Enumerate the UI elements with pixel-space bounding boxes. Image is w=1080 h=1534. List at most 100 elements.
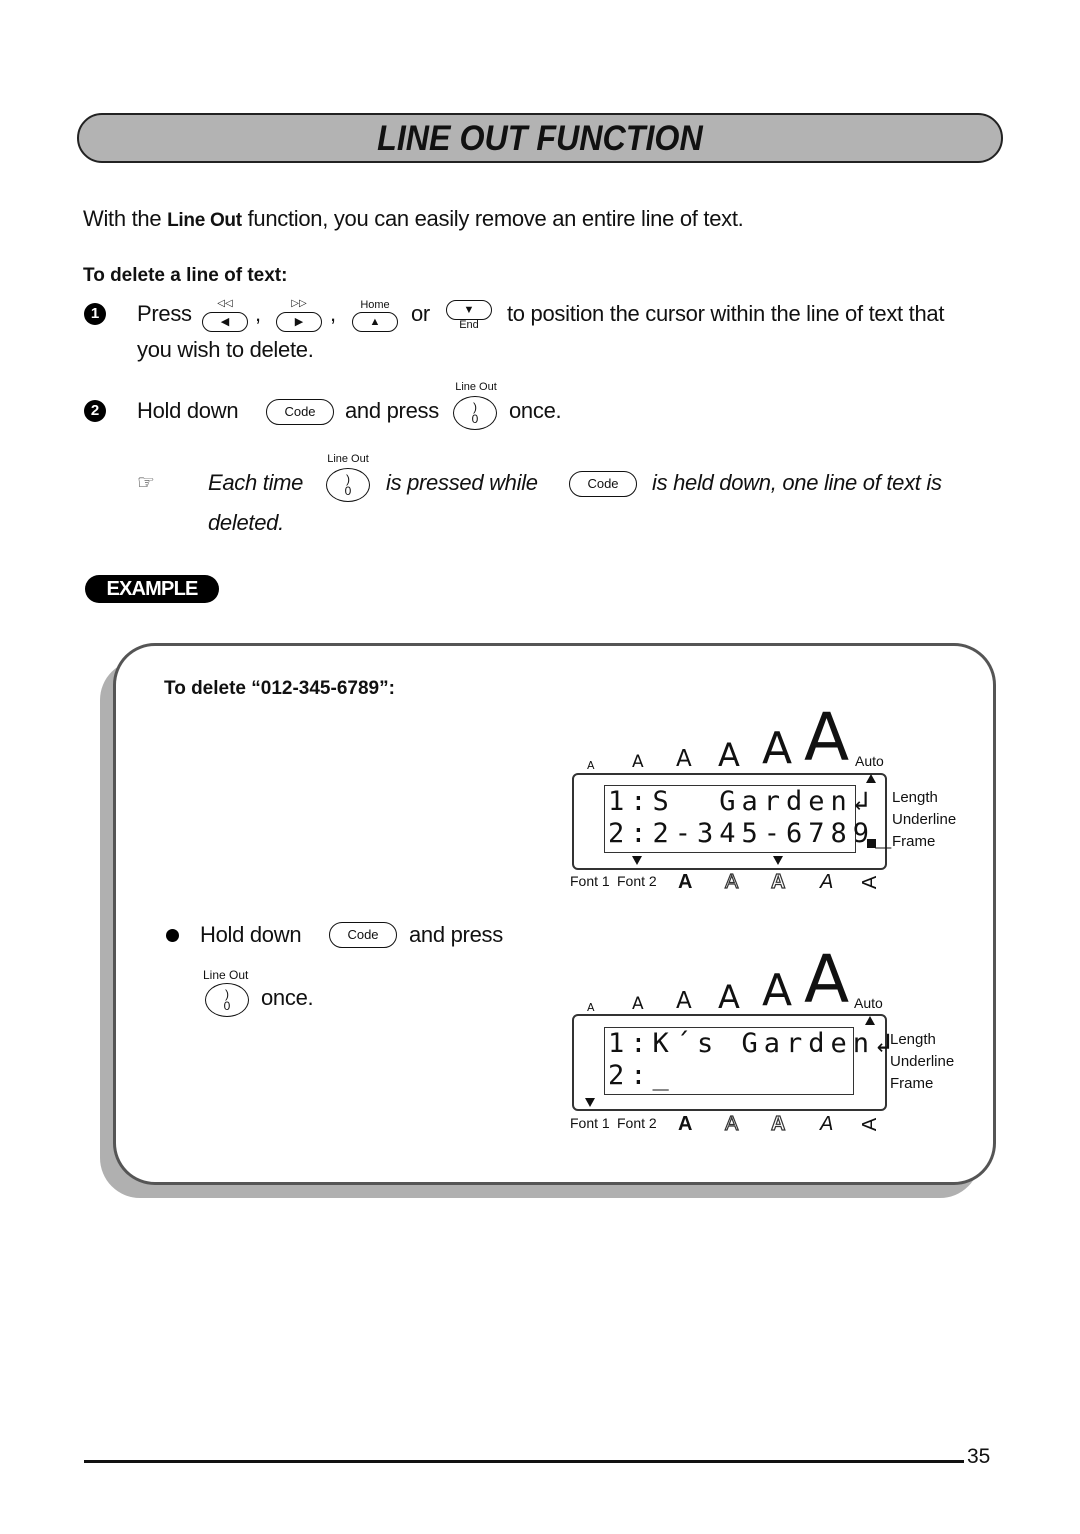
frame-indicator-icon <box>867 839 876 848</box>
note-each-time: Each time <box>208 470 304 495</box>
frame-label: Frame <box>890 1075 934 1092</box>
step-2-and-press: and press <box>345 398 439 423</box>
underline-label: Underline <box>890 1053 955 1070</box>
length-label: Length <box>890 1031 936 1048</box>
scroll-up-indicator-icon <box>865 1016 875 1025</box>
end-key: ▼ End <box>446 300 492 331</box>
lcd-side-labels: Length Underline Frame <box>890 1029 954 1095</box>
note-is-held: is held down, one line of text is <box>652 470 942 495</box>
step-number-2: 2 <box>84 400 106 422</box>
size-auto-label: Auto <box>854 995 883 1011</box>
style-bold-icon: A <box>678 871 693 893</box>
home-key: Home ▲ <box>352 299 398 332</box>
lcd-line-1: 1:K´s Garden↲ <box>608 1028 898 1059</box>
comma: , <box>255 301 261 326</box>
style-italic-icon: A <box>820 871 834 893</box>
zero-key: ) 0 <box>326 468 370 502</box>
size-indicator: A <box>676 746 692 772</box>
size-indicator: A <box>804 941 850 1018</box>
size-indicator: A <box>762 723 793 774</box>
step-1-rest: to position the cursor within the line o… <box>507 301 945 326</box>
intro-text-post: function, you can easily remove an entir… <box>241 206 744 231</box>
style-vertical-icon: A <box>859 1117 882 1132</box>
lcd-display-after: A A A A A A Auto 1:K´s Garden↲ 2:_ Lengt… <box>570 941 954 1147</box>
step-2-hold: Hold down <box>137 398 239 423</box>
step-2-once: once. <box>509 398 562 423</box>
step-1-or: or <box>411 301 430 326</box>
font2-label: Font 2 <box>617 873 657 889</box>
font1-label: Font 1 <box>570 873 610 889</box>
font-indicator-icon <box>632 856 642 865</box>
font2-label: Font 2 <box>617 1115 657 1131</box>
pointing-hand-icon: ☞ <box>137 472 155 494</box>
zero-key-char: 0 <box>344 484 352 498</box>
length-label: Length <box>892 789 938 806</box>
section-title-bar: LINE OUT FUNCTION <box>77 113 1003 163</box>
scroll-up-indicator-icon <box>866 774 876 783</box>
page-number: 35 <box>967 1445 991 1468</box>
font-indicator-icon <box>585 1098 595 1107</box>
cursor-left-key-top-label: ◁◁ <box>217 298 233 309</box>
style-bold-icon: A <box>678 1113 693 1135</box>
home-key-label: Home <box>360 299 390 311</box>
size-indicator: A <box>587 1001 595 1014</box>
end-key-label: End <box>459 319 479 331</box>
cursor-right-key: ▷▷ ▶ <box>276 298 322 332</box>
size-auto-label: Auto <box>855 753 884 769</box>
style-vertical-icon: A <box>859 875 882 890</box>
zero-key-char: 0 <box>471 412 479 426</box>
step-number-1: 1 <box>84 303 106 325</box>
lcd-side-labels: Length Underline Frame <box>892 787 956 853</box>
size-indicators: A A A A A A <box>570 941 890 1018</box>
lcd-line-1: 1:S Garden↲ <box>608 786 876 817</box>
step-1-line-2: you wish to delete. <box>137 337 314 362</box>
code-key: Code <box>569 471 637 497</box>
size-indicators: A A A A A A <box>570 705 890 774</box>
code-key: Code <box>329 922 397 948</box>
page-title: LINE OUT FUNCTION <box>377 119 703 158</box>
example-hold: Hold down <box>200 922 302 947</box>
example-badge: EXAMPLE <box>85 575 219 603</box>
code-key: Code <box>266 399 334 425</box>
step-1-line-1: Press <box>137 301 192 327</box>
size-indicator: A <box>762 965 793 1016</box>
style-outline-icon: A <box>724 1112 739 1135</box>
intro-keyword: Line Out <box>167 210 242 231</box>
size-indicator: A <box>587 759 595 772</box>
example-once: once. <box>261 985 314 1010</box>
style-italic-icon: A <box>820 1113 834 1135</box>
size-indicator: A <box>632 994 644 1014</box>
zero-key: ) 0 <box>205 983 249 1017</box>
zero-key: ) 0 <box>453 396 497 430</box>
step-1-press: Press <box>137 301 192 326</box>
style-shadow-icon: A <box>770 1112 786 1135</box>
subsection-heading: To delete a line of text: <box>83 265 288 286</box>
footer-rule <box>84 1460 964 1463</box>
line-out-key-label: Line Out <box>327 453 369 465</box>
font1-label: Font 1 <box>570 1115 610 1131</box>
down-arrow-icon: ▼ <box>446 300 492 320</box>
left-arrow-icon: ◀ <box>202 312 248 332</box>
lcd-line-2: 2:2-345-6789_ <box>608 818 898 849</box>
style-indicator-icon <box>773 856 783 865</box>
example-and-press: and press <box>409 922 503 947</box>
style-shadow-icon: A <box>770 870 786 893</box>
size-indicator: A <box>718 978 740 1016</box>
line-out-key-label: Line Out <box>203 968 249 982</box>
size-indicator: A <box>632 752 644 772</box>
zero-key-char: 0 <box>223 999 231 1013</box>
lcd-screen: 1:S Garden↲ 2:2-345-6789_ <box>604 785 898 853</box>
line-out-key-label: Line Out <box>455 381 497 393</box>
lcd-screen: 1:K´s Garden↲ 2:_ <box>604 1027 898 1095</box>
example-heading: To delete “012-345-6789”: <box>164 678 395 699</box>
note-is-pressed: is pressed while <box>386 470 538 495</box>
lcd-display-before: A A A A A A Auto 1:S Garden↲ 2:2-345-678… <box>570 705 956 905</box>
underline-label: Underline <box>892 811 957 828</box>
note-deleted: deleted. <box>208 510 284 535</box>
bullet-icon <box>166 929 179 942</box>
comma: , <box>330 301 336 326</box>
cursor-right-key-top-label: ▷▷ <box>291 298 307 309</box>
style-outline-icon: A <box>724 870 739 893</box>
right-arrow-icon: ▶ <box>276 312 322 332</box>
cursor-left-key: ◁◁ ◀ <box>202 298 248 332</box>
